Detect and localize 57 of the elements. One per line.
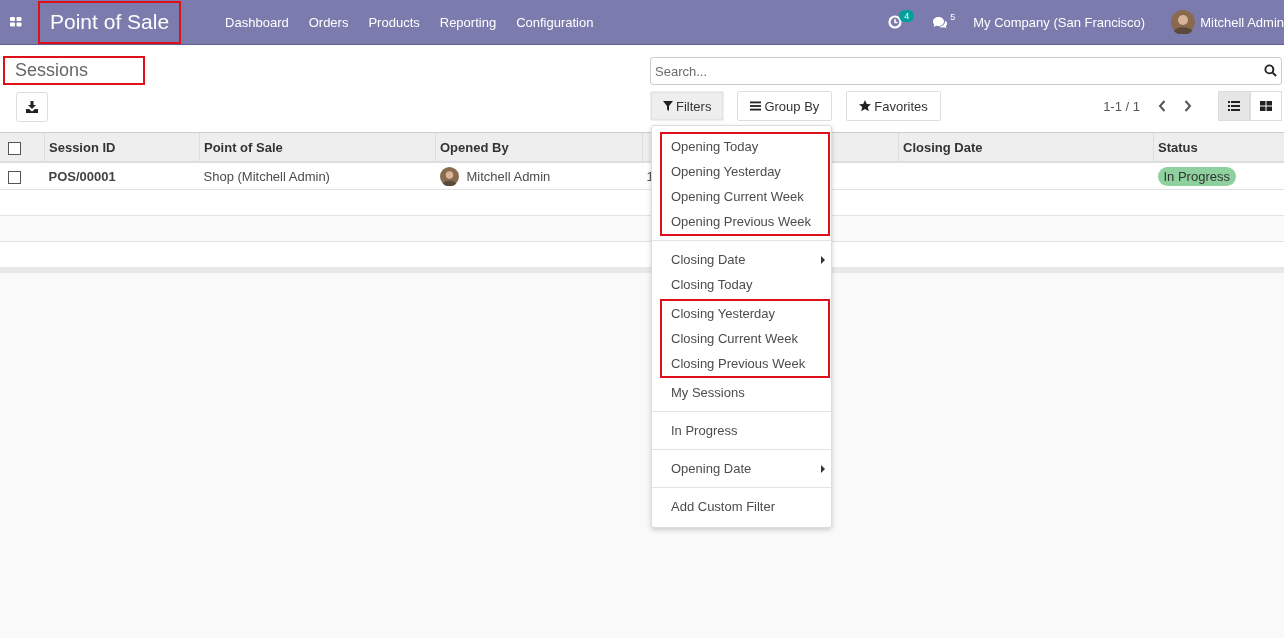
status-badge: In Progress <box>1157 166 1236 186</box>
filter-option[interactable]: Closing Today <box>662 272 828 297</box>
apps-menu-icon[interactable] <box>10 17 22 27</box>
star-icon <box>859 100 872 112</box>
filter-option[interactable]: Closing Previous Week <box>662 351 828 376</box>
download-icon <box>26 101 38 113</box>
caret-icon <box>821 464 825 473</box>
filter-option[interactable]: Opening Previous Week <box>662 209 828 234</box>
column-header[interactable]: Opened By <box>440 139 509 155</box>
clock-icon[interactable] <box>888 15 903 29</box>
company-switcher[interactable]: My Company (San Francisco) <box>973 14 1146 30</box>
pager-value: 1-1 / 1 <box>1103 98 1140 114</box>
column-header[interactable]: Status <box>1158 139 1198 155</box>
search-option-button[interactable]: Group By <box>737 91 833 121</box>
user-avatar[interactable] <box>1171 10 1196 34</box>
table-cell: POS/00001 <box>48 168 116 184</box>
filter-option[interactable]: My Sessions <box>662 380 828 405</box>
search-option-button[interactable]: Favorites <box>846 91 941 121</box>
search-field[interactable]: Search... <box>650 57 1282 85</box>
filter-icon <box>663 101 673 111</box>
search-icon[interactable] <box>1264 64 1277 77</box>
caret-icon <box>821 255 825 264</box>
table-cell: Shop (Mitchell Admin) <box>203 168 330 184</box>
message-count: 5 <box>950 11 956 22</box>
next-icon[interactable] <box>1184 100 1192 112</box>
search-option-button[interactable]: Filters <box>650 91 725 121</box>
grid-icon <box>1260 101 1272 111</box>
kanban-view-button[interactable] <box>1250 91 1282 121</box>
user-name[interactable]: Mitchell Admin <box>1200 14 1284 30</box>
chat-icon[interactable] <box>932 15 949 29</box>
column-header[interactable]: Closing Date <box>903 139 983 155</box>
menu-item[interactable]: Orders <box>298 14 359 30</box>
filter-option[interactable]: Opening Current Week <box>662 184 828 209</box>
filter-option[interactable]: Closing Yesterday <box>662 301 828 326</box>
list-icon <box>1228 101 1240 111</box>
filter-option[interactable]: In Progress <box>662 418 828 443</box>
table-cell: Mitchell Admin <box>466 168 551 184</box>
menu-item[interactable]: Reporting <box>429 14 507 30</box>
filter-option[interactable]: Add Custom Filter <box>662 494 828 519</box>
row-checkbox[interactable] <box>8 170 21 184</box>
list-view-button[interactable] <box>1218 91 1250 121</box>
menu-item[interactable]: Configuration <box>506 14 604 30</box>
column-header[interactable]: Point of Sale <box>204 139 283 155</box>
download-button[interactable] <box>16 92 48 122</box>
menu-item[interactable]: Dashboard <box>215 14 299 30</box>
breadcrumb-title: Sessions <box>3 56 145 85</box>
select-all-checkbox[interactable] <box>8 141 21 155</box>
filter-option[interactable]: Opening Date <box>662 456 828 481</box>
app-title: Point of Sale <box>38 0 182 44</box>
activity-count: 4 <box>899 10 915 22</box>
user-avatar <box>439 166 459 186</box>
filter-option[interactable]: Closing Current Week <box>662 326 828 351</box>
previous-icon[interactable] <box>1158 100 1166 112</box>
filter-option[interactable]: Closing Date <box>662 247 828 272</box>
menu-item[interactable]: Products <box>358 14 430 30</box>
menu-icon <box>750 101 762 111</box>
filter-option[interactable]: Opening Yesterday <box>662 159 828 184</box>
